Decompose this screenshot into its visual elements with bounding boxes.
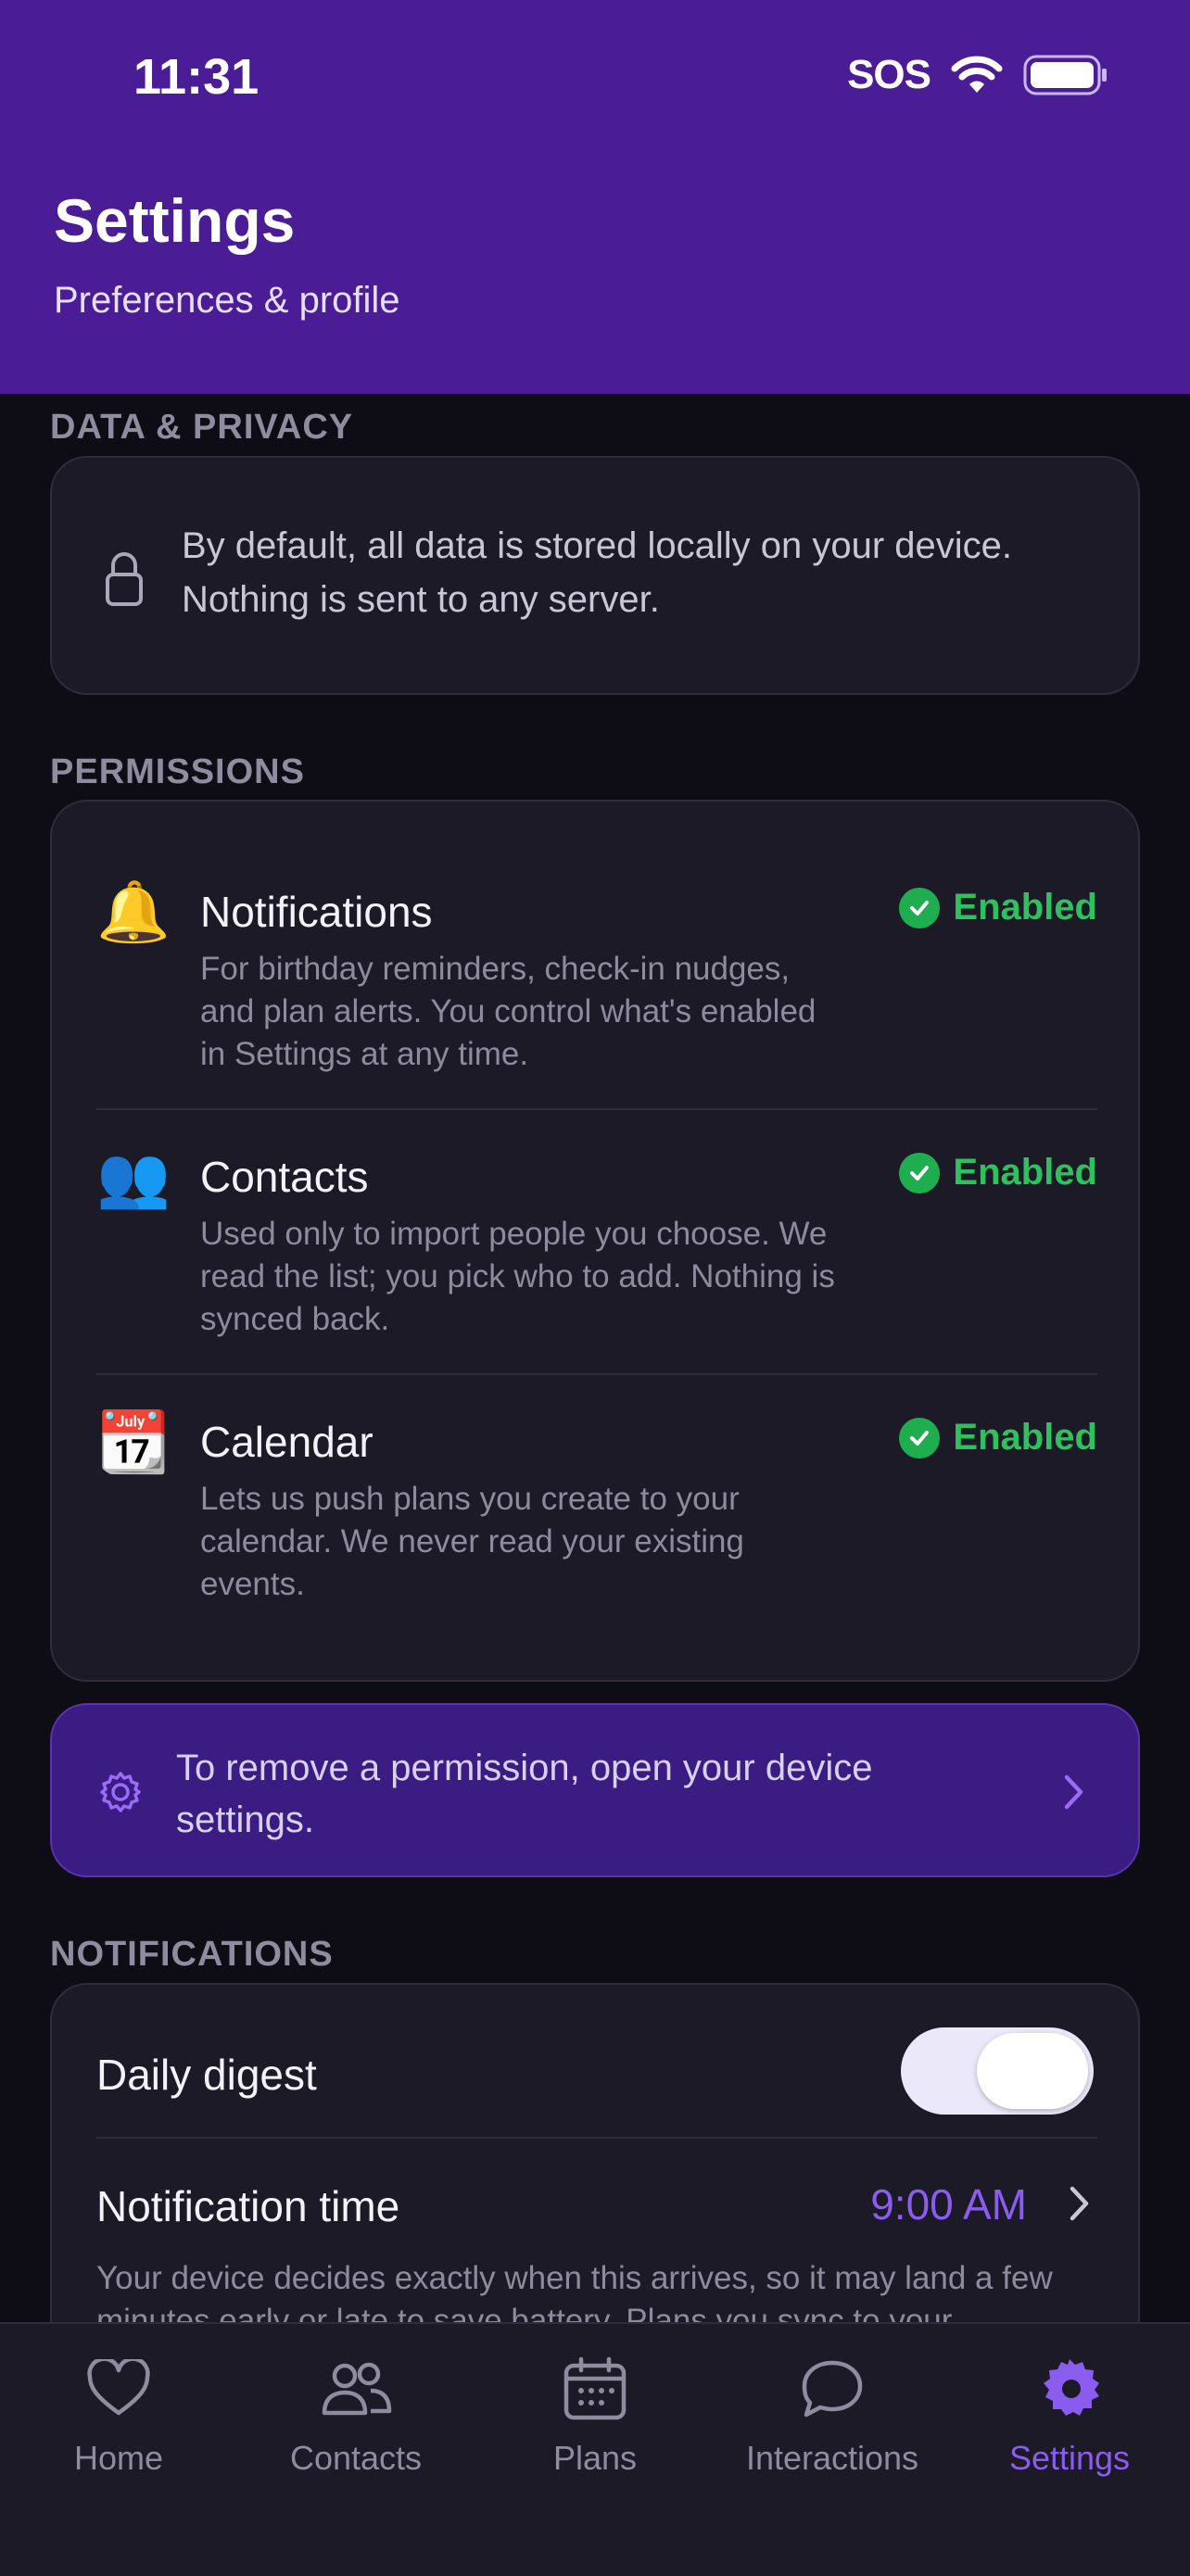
notification-time-label: Notification time (96, 2182, 400, 2230)
header: 11:31 SOS Settings Preferences & profile (0, 0, 1190, 394)
tab-interactions[interactable]: Interactions (714, 2352, 951, 2478)
section-label-permissions: PERMISSIONS (50, 752, 305, 791)
tab-label: Contacts (289, 2439, 423, 2477)
page-subtitle: Preferences & profile (54, 280, 400, 321)
check-circle-icon (899, 887, 941, 928)
calendar-icon (476, 2352, 714, 2426)
chat-bubble-icon (714, 2352, 951, 2426)
people-icon (237, 2352, 475, 2426)
notification-time-value[interactable]: 9:00 AM (870, 2179, 1027, 2229)
permission-title: Calendar (200, 1418, 373, 1466)
battery-icon (1023, 55, 1107, 95)
status-badge: Enabled (899, 1417, 1097, 1458)
banner-text: To remove a permission, open your device… (176, 1748, 873, 1840)
tab-label: Settings (1008, 2439, 1131, 2477)
permission-row-notifications[interactable]: 🔔 Notifications For birthday reminders, … (52, 802, 1142, 1072)
privacy-text: By default, all data is stored locally o… (182, 525, 1013, 620)
status-time: 11:31 (133, 49, 260, 105)
status-text: Enabled (953, 1152, 1097, 1193)
check-circle-icon (899, 1417, 941, 1458)
permission-title: Contacts (200, 1153, 369, 1201)
section-label-notifications: NOTIFICATIONS (50, 1935, 334, 1974)
status-text: Enabled (953, 1417, 1097, 1458)
wifi-icon (951, 56, 1003, 93)
gear-icon (951, 2352, 1188, 2426)
permission-row-contacts[interactable]: 👥 Contacts Used only to import people yo… (52, 1067, 1142, 1337)
tab-plans[interactable]: Plans (476, 2352, 714, 2478)
heart-icon (0, 2352, 237, 2426)
tab-bar: Home Contacts Plans Interactions Setting… (0, 2322, 1190, 2576)
bell-icon: 🔔 (96, 878, 171, 945)
toggle-knob (977, 2033, 1088, 2109)
tab-home[interactable]: Home (0, 2352, 237, 2478)
tab-label: Home (73, 2439, 164, 2477)
permission-description: Used only to import people you choose. W… (200, 1216, 835, 1337)
status-text: Enabled (953, 887, 1097, 928)
page-title: Settings (54, 186, 296, 255)
status-badge: Enabled (899, 1152, 1097, 1193)
permission-title: Notifications (200, 888, 433, 936)
section-label-data-privacy: DATA & PRIVACY (50, 408, 354, 447)
daily-digest-toggle[interactable] (901, 2027, 1094, 2115)
gear-icon (100, 1772, 141, 1812)
sos-indicator: SOS (847, 52, 931, 97)
tab-label: Plans (552, 2439, 638, 2477)
check-circle-icon (899, 1152, 941, 1193)
daily-digest-label: Daily digest (96, 2051, 317, 2099)
calendar-emoji-icon: 📆 (96, 1408, 171, 1475)
privacy-card: By default, all data is stored locally o… (50, 456, 1140, 695)
permission-row-calendar[interactable]: 📆 Calendar Lets us push plans you create… (52, 1332, 1142, 1602)
status-badge: Enabled (899, 887, 1097, 928)
tab-contacts[interactable]: Contacts (237, 2352, 475, 2478)
open-device-settings-banner[interactable]: To remove a permission, open your device… (50, 1703, 1140, 1877)
chevron-right-icon (1064, 1774, 1083, 1810)
permission-description: Lets us push plans you create to your ca… (200, 1481, 744, 1602)
tab-settings[interactable]: Settings (951, 2352, 1188, 2478)
lock-icon (106, 552, 143, 606)
people-icon: 👥 (96, 1143, 171, 1210)
status-indicators: SOS (847, 52, 1108, 98)
permissions-card: 🔔 Notifications For birthday reminders, … (50, 800, 1140, 1682)
chevron-right-icon (1070, 2186, 1089, 2221)
permission-description: For birthday reminders, check-in nudges,… (200, 951, 817, 1072)
tab-label: Interactions (745, 2439, 919, 2477)
